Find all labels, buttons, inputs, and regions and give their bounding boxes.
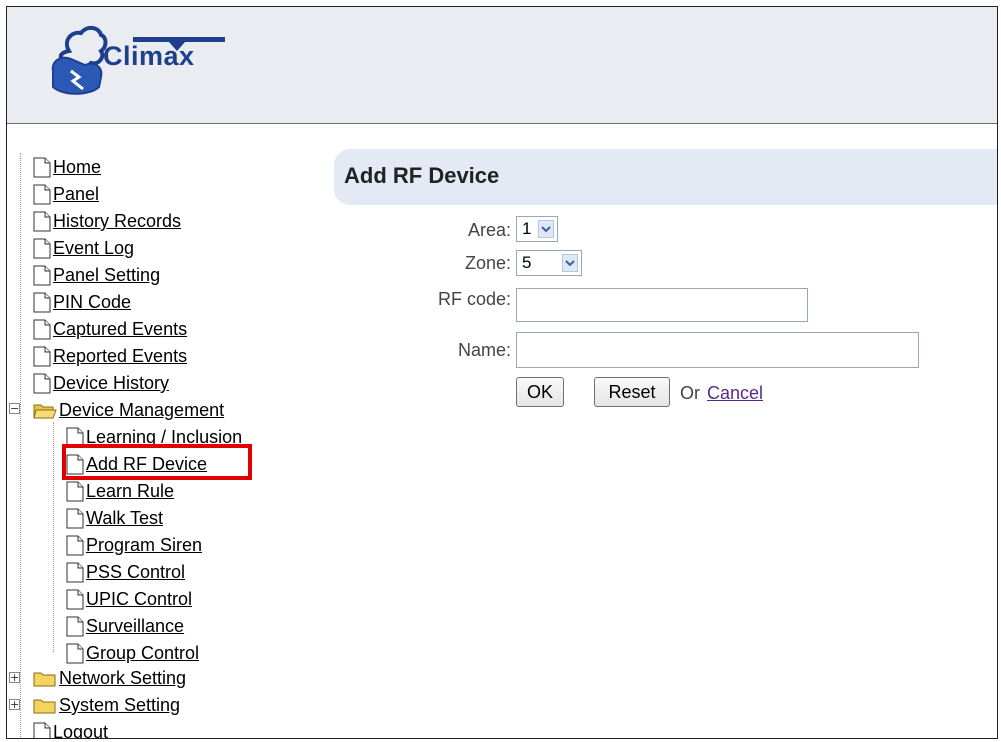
document-icon [66, 508, 84, 529]
nav-item-captured-events[interactable]: Captured Events [33, 316, 187, 343]
cancel-link[interactable]: Cancel [707, 383, 763, 404]
document-icon [33, 346, 51, 367]
document-icon [33, 211, 51, 232]
page-title: Add RF Device [344, 163, 500, 188]
tree-guide-line [20, 153, 21, 738]
nav-link-device-management[interactable]: Device Management [59, 400, 224, 421]
nav-link-pin-code[interactable]: PIN Code [53, 292, 131, 313]
nav-link-event-log[interactable]: Event Log [53, 238, 134, 259]
nav-link-home[interactable]: Home [53, 157, 101, 178]
nav-link-panel[interactable]: Panel [53, 184, 99, 205]
document-icon [33, 265, 51, 286]
nav-link-reported-events[interactable]: Reported Events [53, 346, 187, 367]
document-icon [66, 562, 84, 583]
nav-link-logout[interactable]: Logout [53, 722, 108, 738]
or-text: Or [680, 383, 700, 403]
nav-link-system-setting[interactable]: System Setting [59, 695, 180, 716]
document-icon [33, 238, 51, 259]
document-icon [33, 157, 51, 178]
nav-link-captured-events[interactable]: Captured Events [53, 319, 187, 340]
nav-link-device-history[interactable]: Device History [53, 373, 169, 394]
nav-link-panel-setting[interactable]: Panel Setting [53, 265, 160, 286]
nav-folder-system-setting[interactable]: System Setting [33, 692, 180, 719]
open-folder-icon [33, 404, 57, 418]
nav-item-device-history[interactable]: Device History [33, 370, 169, 397]
chevron-down-icon [562, 254, 578, 272]
zone-select-value: 5 [522, 253, 532, 272]
expand-toggle-icon[interactable]: + [9, 699, 20, 710]
nav-item-history-records[interactable]: History Records [33, 208, 181, 235]
nav-item-pin-code[interactable]: PIN Code [33, 289, 131, 316]
browser-frame: Climax Home Panel History Records Event … [6, 6, 998, 739]
nav-item-panel[interactable]: Panel [33, 181, 99, 208]
nav-link-network-setting[interactable]: Network Setting [59, 668, 186, 689]
nav-link-learn-rule[interactable]: Learn Rule [86, 481, 174, 502]
tree-guide-line [53, 422, 54, 652]
nav-item-upic-control[interactable]: UPIC Control [66, 586, 192, 613]
nav-item-home[interactable]: Home [33, 154, 101, 181]
nav-link-program-siren[interactable]: Program Siren [86, 535, 202, 556]
document-icon [66, 616, 84, 637]
collapse-toggle-icon[interactable]: − [9, 403, 20, 414]
nav-item-pss-control[interactable]: PSS Control [66, 559, 185, 586]
nav-link-surveillance[interactable]: Surveillance [86, 616, 184, 637]
nav-item-surveillance[interactable]: Surveillance [66, 613, 184, 640]
nav-item-panel-setting[interactable]: Panel Setting [33, 262, 160, 289]
nav-link-group-control[interactable]: Group Control [86, 643, 199, 664]
document-icon [66, 481, 84, 502]
ok-button[interactable]: OK [516, 377, 564, 407]
nav-item-reported-events[interactable]: Reported Events [33, 343, 187, 370]
area-select[interactable]: 1 [516, 216, 558, 242]
document-icon [33, 184, 51, 205]
folder-icon [33, 672, 56, 686]
document-icon [33, 722, 51, 738]
nav-folder-device-management[interactable]: Device Management [33, 397, 224, 424]
document-icon [66, 643, 84, 664]
nav-item-group-control[interactable]: Group Control [66, 640, 199, 667]
header: Climax [7, 7, 997, 124]
expand-toggle-icon[interactable]: + [9, 672, 20, 683]
area-label: Area: [467, 220, 511, 240]
folder-icon [33, 699, 56, 713]
document-icon [66, 535, 84, 556]
zone-label: Zone: [464, 253, 511, 273]
nav-item-program-siren[interactable]: Program Siren [66, 532, 202, 559]
nav-link-history-records[interactable]: History Records [53, 211, 181, 232]
nav-link-upic-control[interactable]: UPIC Control [86, 589, 192, 610]
rf-code-label: RF code: [437, 289, 511, 309]
document-icon [33, 373, 51, 394]
nav-item-learn-rule[interactable]: Learn Rule [66, 478, 174, 505]
nav-link-pss-control[interactable]: PSS Control [86, 562, 185, 583]
document-icon [33, 319, 51, 340]
reset-button[interactable]: Reset [594, 377, 670, 407]
highlight-annotation-box [62, 444, 252, 480]
document-icon [66, 589, 84, 610]
logo-text: Climax [103, 41, 195, 71]
nav-item-logout[interactable]: Logout [33, 719, 108, 738]
document-icon [33, 292, 51, 313]
nav-item-event-log[interactable]: Event Log [33, 235, 134, 262]
area-select-value: 1 [522, 219, 532, 238]
zone-select[interactable]: 5 [516, 250, 582, 276]
chevron-down-icon [538, 220, 554, 238]
nav-link-walk-test[interactable]: Walk Test [86, 508, 163, 529]
name-label: Name: [457, 340, 511, 360]
rf-code-input[interactable] [516, 288, 808, 322]
nav-folder-network-setting[interactable]: Network Setting [33, 665, 186, 692]
nav-item-walk-test[interactable]: Walk Test [66, 505, 163, 532]
name-input[interactable] [516, 332, 919, 368]
